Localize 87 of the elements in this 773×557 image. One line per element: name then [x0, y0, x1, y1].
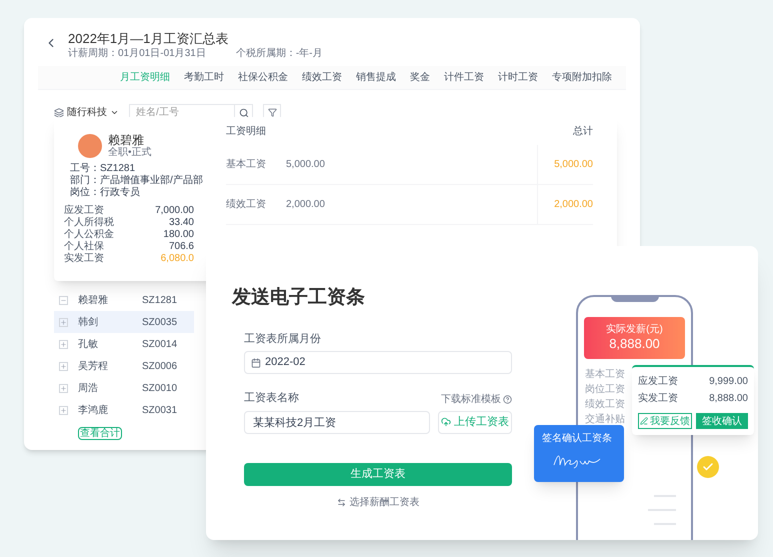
table-cell-text: 5,000.00 [286, 158, 326, 172]
phone-list-item: 岗位工资 [585, 382, 625, 397]
employee-name: 赖碧雅 [108, 133, 144, 147]
swap-icon [336, 498, 346, 506]
employee-name: 周浩 [78, 382, 99, 396]
employee-row[interactable]: 韩剑 SZ0035 [54, 311, 194, 333]
employee-name: 吴芳程 [78, 360, 109, 374]
field-label: 工资表名称 [244, 391, 299, 406]
layers-icon [54, 108, 64, 118]
employment-type: 全职•正式 [108, 147, 152, 159]
employee-info: 部门：产品增值事业部/产品部 [70, 175, 203, 186]
employee-id: SZ0014 [142, 338, 178, 352]
employee-id: SZ0006 [142, 360, 178, 374]
tab[interactable]: 计时工资 [498, 70, 538, 85]
window-title: 2022年1月—1月工资汇总表 [68, 30, 230, 48]
field-label: 工资表所属月份 [244, 332, 322, 346]
tab[interactable]: 销售提成 [356, 70, 396, 85]
employee-name: 赖碧雅 [78, 294, 109, 308]
month-field[interactable]: 2022-02 [244, 351, 512, 374]
help-icon [503, 394, 512, 404]
expand-icon[interactable] [59, 362, 68, 370]
employee-id: SZ1281 [142, 294, 178, 308]
employee-id: SZ0010 [142, 382, 178, 396]
table-cell: 5,000.00 [537, 145, 593, 184]
employee-name: 孔敏 [78, 338, 99, 352]
expand-icon[interactable] [59, 406, 68, 414]
tab[interactable]: 奖金 [410, 70, 430, 85]
phone-list-item: 绩效工资 [585, 398, 625, 412]
pay-label: 个人所得税 [64, 217, 114, 229]
column-header: 工资明细 [226, 124, 266, 138]
expand-icon[interactable] [59, 318, 68, 326]
signature-card-title: 签名确认工资条 [542, 433, 613, 445]
tax-period: 个税所属期：-年-月 [236, 48, 322, 60]
summary-value: 9,999.00 [709, 375, 748, 389]
cloud-upload-icon [441, 417, 451, 427]
summary-value: 8,888.00 [709, 392, 748, 406]
tab[interactable]: 社保公积金 [238, 70, 288, 85]
pay-label: 个人社保 [64, 241, 104, 252]
tab[interactable]: 专项附加扣除 [552, 70, 612, 85]
tab[interactable]: 计件工资 [444, 70, 484, 85]
banner-amount: 8,888.00 [609, 336, 660, 352]
calendar-icon [251, 358, 261, 368]
table-cell-text: 绩效工资 [226, 198, 267, 212]
employee-info: 工号：SZ1281 [70, 163, 136, 174]
banner-label: 实际发薪(元) [606, 324, 663, 336]
pay-value: 180.00 [163, 229, 194, 241]
employee-name: 韩剑 [78, 316, 99, 330]
download-template-link[interactable]: 下载标准模板 [441, 392, 501, 406]
pay-value: 7,000.00 [155, 205, 194, 217]
table-cell: 2,000.00 [537, 185, 593, 224]
filter-icon [268, 108, 276, 117]
pen-icon [640, 417, 648, 425]
company-dropdown[interactable]: 随行科技 [54, 105, 119, 120]
summary-label: 应发工资 [638, 374, 678, 389]
employee-row[interactable]: 吴芳程 SZ0006 [54, 355, 194, 377]
table-cell-text: 基本工资 [226, 158, 267, 172]
card-title: 发送电子工资条 [230, 286, 365, 310]
summary-label: 实发工资 [638, 392, 678, 406]
caret-icon [110, 108, 119, 117]
employee-row[interactable]: 李鸿鹿 SZ0031 [54, 399, 194, 421]
check-icon [702, 461, 714, 473]
phone-list-item: 交通补贴 [585, 412, 625, 427]
expand-icon[interactable] [59, 384, 68, 392]
employee-id: SZ0031 [142, 404, 178, 418]
employee-id: SZ0035 [142, 316, 178, 330]
employee-row[interactable]: 周浩 SZ0010 [54, 377, 194, 399]
pay-label: 实发工资 [64, 253, 104, 265]
tab[interactable]: 绩效工资 [302, 70, 342, 85]
employee-row[interactable]: 赖碧雅 SZ1281 [54, 289, 194, 311]
employee-row[interactable]: 孔敏 SZ0014 [54, 333, 194, 355]
column-header: 总计 [573, 124, 593, 138]
pay-value: 706.6 [168, 241, 194, 253]
pay-label: 应发工资 [64, 205, 104, 216]
table-cell-text: 2,000.00 [286, 198, 326, 212]
name-field[interactable]: 某某科技2月工资 [244, 410, 430, 434]
collapse-icon[interactable] [59, 296, 68, 304]
search-icon [238, 108, 248, 118]
employee-info: 岗位：行政专员 [70, 187, 140, 199]
expand-icon[interactable] [59, 340, 68, 348]
pay-value: 33.40 [168, 217, 194, 229]
employee-name: 李鸿鹿 [78, 404, 109, 418]
pay-value: 6,080.0 [160, 253, 194, 265]
switch-link[interactable]: 选择薪酬工资表 [336, 494, 420, 510]
pay-period: 计薪周期：01月01日-01月31日 [68, 48, 206, 60]
phone-list-item: 基本工资 [585, 368, 625, 382]
pay-label: 个人公积金 [64, 229, 114, 240]
tab[interactable]: 考勤工时 [184, 70, 224, 85]
